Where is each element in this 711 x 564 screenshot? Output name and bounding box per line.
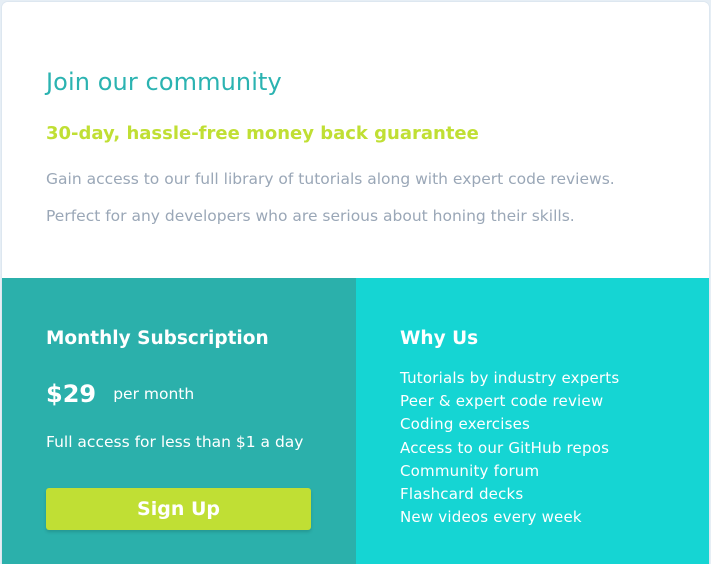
subscription-section: Monthly Subscription $29 per month Full … [2,278,356,564]
list-item: Peer & expert code review [400,392,604,411]
community-card: Join our community 30-day, hassle-free m… [2,2,709,564]
sign-up-button[interactable]: Sign Up [46,488,311,530]
community-header-section: Join our community 30-day, hassle-free m… [2,2,709,278]
why-us-title: Why Us [400,328,479,349]
why-us-section: Why Us Tutorials by industry experts Pee… [356,278,709,564]
subscription-title: Monthly Subscription [46,328,269,349]
price-period: per month [113,385,195,403]
price-amount: $29 [46,380,97,408]
list-item: Access to our GitHub repos [400,438,610,457]
why-us-list: Tutorials by industry experts Peer & exp… [400,367,619,529]
guarantee-subtitle: 30-day, hassle-free money back guarantee [46,123,479,144]
list-item: Tutorials by industry experts [400,369,620,387]
list-item: Flashcard decks [400,485,524,504]
community-description-2: Perfect for any developers who are serio… [46,207,575,225]
list-item: New videos every week [400,508,582,527]
list-item: Community forum [400,461,540,480]
community-description-1: Gain access to our full library of tutor… [46,170,615,188]
price-row: $29 per month [46,380,194,408]
community-title: Join our community [46,68,282,96]
subscription-tagline: Full access for less than $1 a day [46,433,304,451]
list-item: Coding exercises [400,415,531,434]
